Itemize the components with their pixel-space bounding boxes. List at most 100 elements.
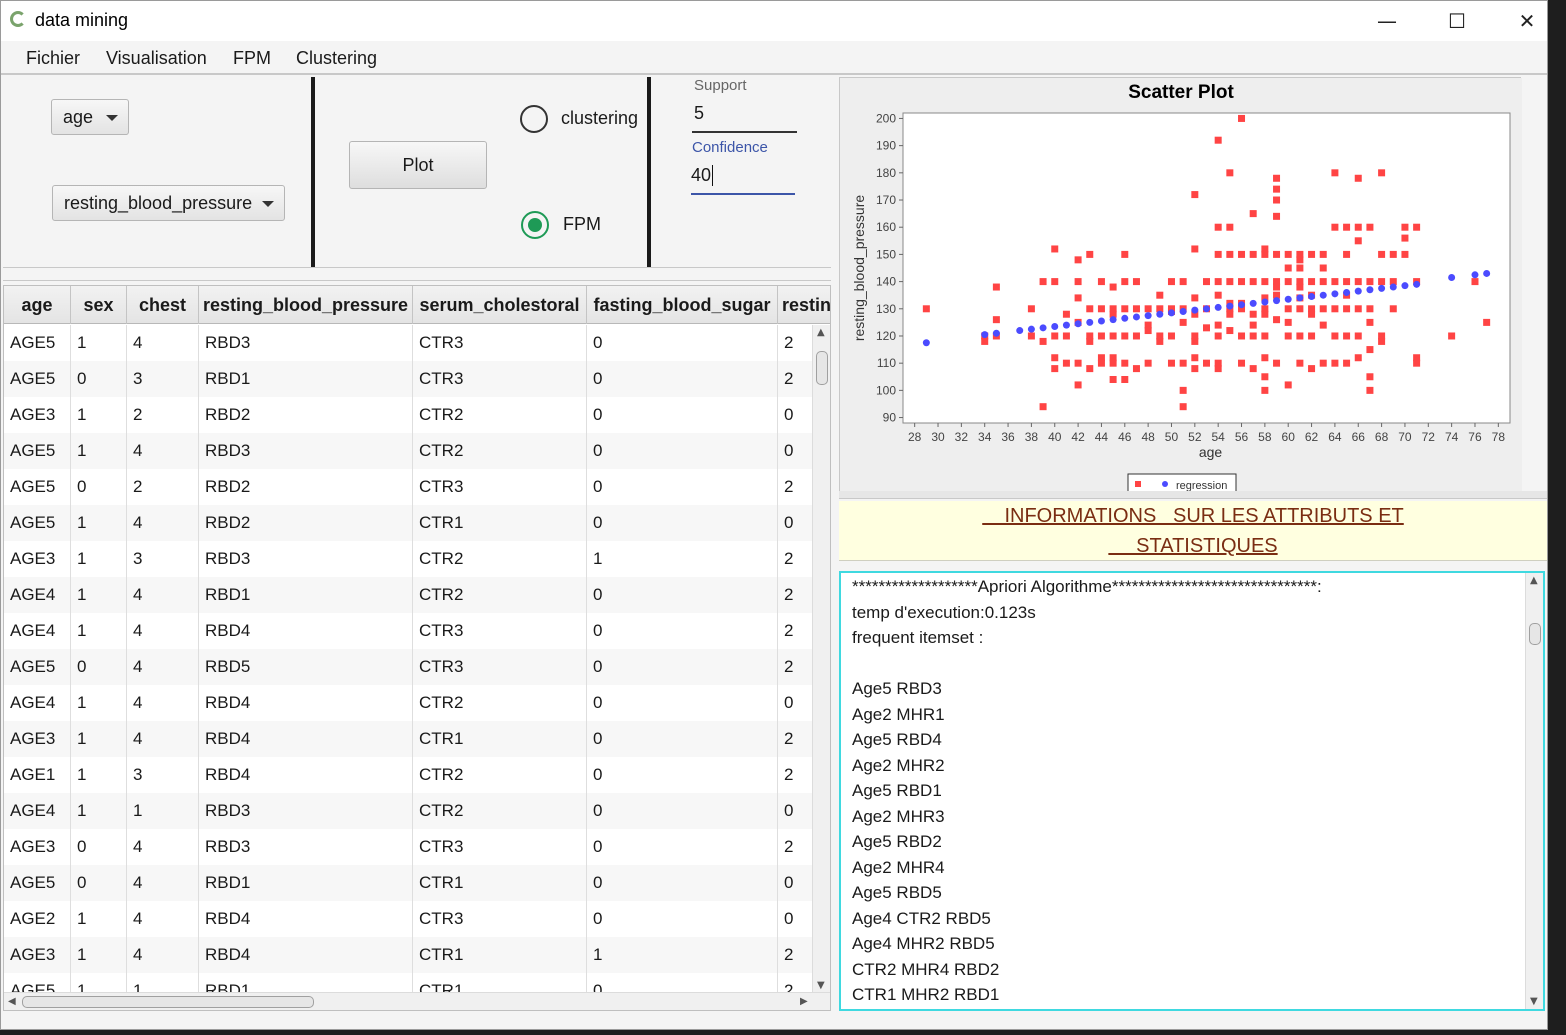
minimize-button[interactable]: —: [1364, 1, 1410, 41]
column-header[interactable]: restin: [778, 286, 830, 324]
menu-fpm[interactable]: FPM: [233, 48, 271, 69]
table-cell: CTR3: [413, 469, 587, 505]
scroll-thumb[interactable]: [1529, 623, 1541, 645]
scroll-down-icon[interactable]: ▼: [1530, 996, 1538, 1007]
table-cell: CTR3: [413, 649, 587, 685]
scroll-up-icon[interactable]: ▲: [1530, 575, 1538, 586]
table-row[interactable]: AGE2 1 4 RBD4 CTR3 0 0: [4, 901, 814, 937]
data-point: [1261, 250, 1269, 258]
info-header: INFORMATIONS SUR LES ATTRIBUTS ET STATIS…: [839, 501, 1547, 561]
table-cell: CTR2: [413, 577, 587, 613]
table-cell: 1: [127, 793, 199, 829]
x-tick-label: 30: [931, 430, 945, 444]
table-cell: CTR1: [413, 721, 587, 757]
table-cell: 0: [587, 397, 778, 433]
data-point: [1097, 332, 1105, 340]
data-point: [1109, 375, 1117, 383]
scroll-thumb[interactable]: [816, 351, 828, 385]
table-cell: 1: [71, 325, 127, 361]
table-row[interactable]: AGE3 1 2 RBD2 CTR2 0 0: [4, 397, 814, 433]
results-text-area[interactable]: *******************Apriori Algorithme***…: [839, 571, 1545, 1011]
table-row[interactable]: AGE4 1 4 RBD4 CTR3 0 2: [4, 613, 814, 649]
support-input[interactable]: 5: [694, 103, 704, 124]
plot-button[interactable]: Plot: [349, 141, 487, 189]
table-row[interactable]: AGE5 0 4 RBD1 CTR1 0 0: [4, 865, 814, 901]
table-row[interactable]: AGE3 1 3 RBD3 CTR2 1 2: [4, 541, 814, 577]
table-cell: 0: [71, 649, 127, 685]
menu-clustering[interactable]: Clustering: [296, 48, 377, 69]
y-tick-label: 200: [876, 111, 896, 125]
data-point: [1261, 278, 1269, 286]
data-point: [1214, 321, 1222, 329]
y-attribute-select[interactable]: resting_blood_pressure: [52, 185, 285, 221]
result-line: Age5 RBD2: [852, 832, 942, 851]
data-point: [1308, 310, 1316, 318]
table-row[interactable]: AGE4 1 4 RBD4 CTR2 0 0: [4, 685, 814, 721]
table-row[interactable]: AGE3 0 4 RBD3 CTR3 0 2: [4, 829, 814, 865]
clustering-radio[interactable]: [520, 105, 548, 133]
table-cell: 2: [784, 333, 794, 352]
window-title: data mining: [35, 10, 129, 30]
scroll-right-icon[interactable]: ▶: [800, 996, 808, 1007]
y-tick-label: 170: [876, 193, 896, 207]
column-header[interactable]: sex: [71, 286, 127, 324]
table-row[interactable]: AGE3 1 4 RBD4 CTR1 0 2: [4, 721, 814, 757]
x-tick-label: 48: [1141, 430, 1155, 444]
text-vertical-scrollbar[interactable]: ▲ ▼: [1525, 573, 1543, 1009]
fpm-radio[interactable]: [521, 211, 549, 239]
table-row[interactable]: AGE1 1 3 RBD4 CTR2 0 2: [4, 757, 814, 793]
table-vertical-scrollbar[interactable]: ▲ ▼: [812, 325, 830, 993]
maximize-button[interactable]: ☐: [1434, 1, 1480, 41]
y-tick-label: 110: [877, 356, 896, 370]
table-row[interactable]: AGE5 0 4 RBD5 CTR3 0 2: [4, 649, 814, 685]
regression-point: [1401, 282, 1409, 290]
table-cell: 2: [127, 469, 199, 505]
data-point: [1308, 250, 1316, 258]
table-row[interactable]: AGE4 1 1 RBD3 CTR2 0 0: [4, 793, 814, 829]
column-header[interactable]: age: [4, 286, 71, 324]
confidence-input[interactable]: 40: [691, 165, 714, 186]
scroll-left-icon[interactable]: ◀: [8, 996, 16, 1007]
table-row[interactable]: AGE5 0 2 RBD2 CTR3 0 2: [4, 469, 814, 505]
regression-point: [1179, 308, 1187, 316]
data-point: [1284, 264, 1292, 272]
column-header[interactable]: chest: [127, 286, 199, 324]
data-point: [1214, 136, 1222, 144]
table-row[interactable]: AGE5 1 4 RBD3 CTR3 0 2: [4, 325, 814, 361]
data-point: [1343, 250, 1351, 258]
column-header[interactable]: serum_cholestoral: [413, 286, 587, 324]
table-row[interactable]: AGE5 1 1 RBD1 CTR1 0 2: [4, 973, 814, 993]
table-row[interactable]: AGE3 1 4 RBD4 CTR1 1 2: [4, 937, 814, 973]
menu-fichier[interactable]: Fichier: [26, 48, 80, 69]
table-cell: 2: [127, 397, 199, 433]
column-header[interactable]: resting_blood_pressure: [199, 286, 413, 324]
split-divider[interactable]: [3, 267, 831, 281]
table-row[interactable]: AGE5 1 4 RBD3 CTR2 0 0: [4, 433, 814, 469]
table-cell: 1: [71, 577, 127, 613]
table-horizontal-scrollbar[interactable]: ◀ ▶: [4, 992, 830, 1010]
split-divider[interactable]: [839, 491, 1547, 499]
table-cell: 1: [71, 685, 127, 721]
table-cell: RBD4: [199, 613, 413, 649]
scroll-up-icon[interactable]: ▲: [817, 327, 825, 338]
close-button[interactable]: ✕: [1504, 1, 1547, 41]
data-point: [1179, 403, 1187, 411]
table-cell: AGE4: [4, 793, 71, 829]
table-cell: RBD2: [199, 505, 413, 541]
table-cell: 0: [587, 649, 778, 685]
table-row[interactable]: AGE5 0 3 RBD1 CTR3 0 2: [4, 361, 814, 397]
data-point: [1167, 332, 1175, 340]
right-pane: Scatter Plot 28 30 32 34 36 38 40 42 44 46 48 50 52 54…: [839, 77, 1547, 1029]
table-header: age sex chest resting_blood_pressure ser…: [4, 286, 830, 324]
data-point: [1226, 169, 1234, 177]
scroll-down-icon[interactable]: ▼: [817, 980, 825, 991]
data-point: [1238, 332, 1246, 340]
column-header[interactable]: fasting_blood_sugar: [587, 286, 778, 324]
x-tick-label: 32: [955, 430, 969, 444]
x-attribute-select[interactable]: age: [51, 99, 129, 135]
table-row[interactable]: AGE4 1 4 RBD1 CTR2 0 2: [4, 577, 814, 613]
table-row[interactable]: AGE5 1 4 RBD2 CTR1 0 0: [4, 505, 814, 541]
scroll-thumb[interactable]: [22, 996, 314, 1008]
menu-visualisation[interactable]: Visualisation: [106, 48, 207, 69]
x-tick-label: 66: [1352, 430, 1366, 444]
